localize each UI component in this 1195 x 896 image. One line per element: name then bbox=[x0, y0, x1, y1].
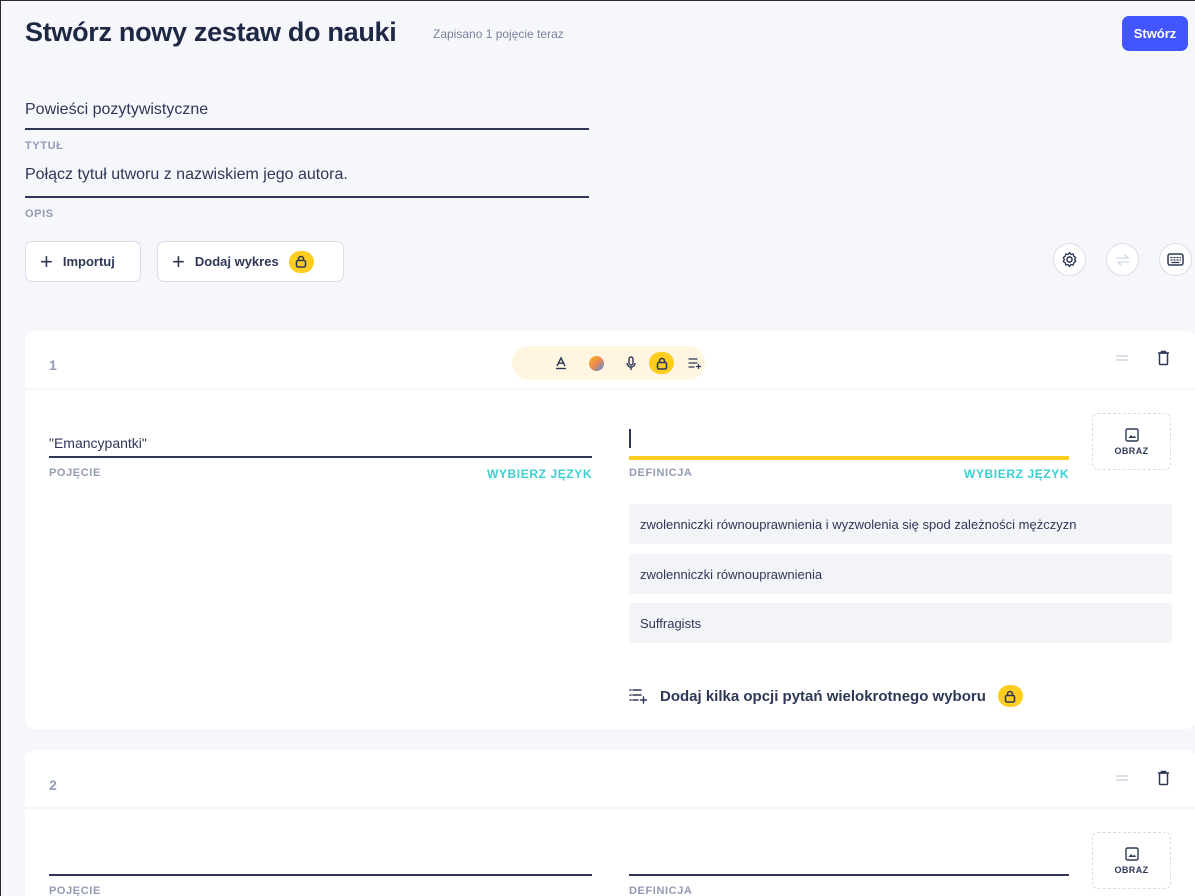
term-underline bbox=[49, 456, 592, 458]
trash-icon[interactable] bbox=[1157, 350, 1170, 366]
add-image-button[interactable]: OBRAZ bbox=[1092, 413, 1171, 470]
image-icon bbox=[1124, 846, 1139, 861]
definition-suggestion[interactable]: zwolenniczki równouprawnienia i wyzwolen… bbox=[629, 504, 1172, 544]
definition-suggestion[interactable]: zwolenniczki równouprawnienia bbox=[629, 554, 1172, 594]
color-picker-icon[interactable] bbox=[588, 355, 605, 372]
text-format-icon[interactable] bbox=[554, 356, 568, 370]
add-diagram-button[interactable]: + Dodaj wykres bbox=[157, 241, 344, 282]
plus-icon: + bbox=[172, 248, 185, 274]
card-number: 2 bbox=[49, 777, 57, 793]
card-divider bbox=[25, 807, 1195, 809]
drag-handle-icon[interactable] bbox=[1115, 773, 1129, 783]
image-label: OBRAZ bbox=[1114, 864, 1149, 875]
page-title: Stwórz nowy zestaw do nauki bbox=[25, 17, 397, 47]
trash-icon[interactable] bbox=[1157, 770, 1170, 786]
add-diagram-label: Dodaj wykres bbox=[194, 254, 279, 269]
definition-suggestion[interactable]: Suffragists bbox=[629, 603, 1172, 643]
definition-language-select[interactable]: WYBIERZ JĘZYK bbox=[964, 467, 1069, 481]
image-icon bbox=[1124, 427, 1139, 442]
swap-button[interactable] bbox=[1106, 243, 1139, 276]
term-input[interactable] bbox=[49, 851, 592, 873]
definition-label: DEFINICJA bbox=[629, 885, 693, 896]
definition-underline-active bbox=[629, 456, 1069, 460]
definition-input[interactable] bbox=[629, 851, 1069, 873]
import-button[interactable]: + Importuj bbox=[25, 241, 141, 282]
plus-icon: + bbox=[40, 248, 53, 274]
image-label: OBRAZ bbox=[1114, 445, 1149, 456]
term-language-select[interactable]: WYBIERZ JĘZYK bbox=[487, 467, 592, 481]
term-label: POJĘCIE bbox=[49, 467, 101, 479]
import-label: Importuj bbox=[62, 254, 115, 269]
save-status: Zapisano 1 pojęcie teraz bbox=[433, 27, 564, 41]
create-button[interactable]: Stwórz bbox=[1122, 16, 1188, 51]
set-description-underline bbox=[25, 196, 589, 198]
card-divider bbox=[25, 388, 1195, 390]
definition-label: DEFINICJA bbox=[629, 467, 693, 479]
lock-icon bbox=[649, 352, 674, 374]
add-choices-icon[interactable] bbox=[688, 357, 702, 369]
term-input[interactable]: "Emancypantki" bbox=[49, 435, 147, 451]
keyboard-icon bbox=[1167, 253, 1184, 266]
keyboard-button[interactable] bbox=[1159, 243, 1192, 276]
add-multiple-choice-button[interactable]: Dodaj kilka opcji pytań wielokrotnego wy… bbox=[629, 685, 1023, 707]
add-choices-icon bbox=[629, 688, 648, 704]
gear-icon bbox=[1061, 251, 1078, 268]
add-multiple-choice-label: Dodaj kilka opcji pytań wielokrotnego wy… bbox=[660, 687, 986, 705]
microphone-icon[interactable] bbox=[625, 355, 637, 371]
definition-input[interactable] bbox=[629, 426, 1069, 452]
set-title-label: TYTUŁ bbox=[25, 140, 64, 152]
add-image-button[interactable]: OBRAZ bbox=[1092, 832, 1171, 889]
set-title-input[interactable]: Powieści pozytywistyczne bbox=[25, 101, 208, 119]
lock-icon bbox=[997, 685, 1023, 707]
definition-underline bbox=[629, 874, 1069, 876]
term-underline bbox=[49, 874, 592, 876]
card-number: 1 bbox=[49, 357, 57, 373]
settings-button[interactable] bbox=[1053, 243, 1086, 276]
formatting-toolbar bbox=[512, 346, 705, 380]
set-description-input[interactable]: Połącz tytuł utworu z nazwiskiem jego au… bbox=[25, 166, 348, 184]
lock-icon bbox=[288, 250, 314, 273]
set-title-underline bbox=[25, 128, 589, 130]
term-label: POJĘCIE bbox=[49, 885, 101, 896]
set-description-label: OPIS bbox=[25, 208, 54, 220]
swap-icon bbox=[1115, 252, 1131, 268]
drag-handle-icon[interactable] bbox=[1115, 353, 1129, 363]
